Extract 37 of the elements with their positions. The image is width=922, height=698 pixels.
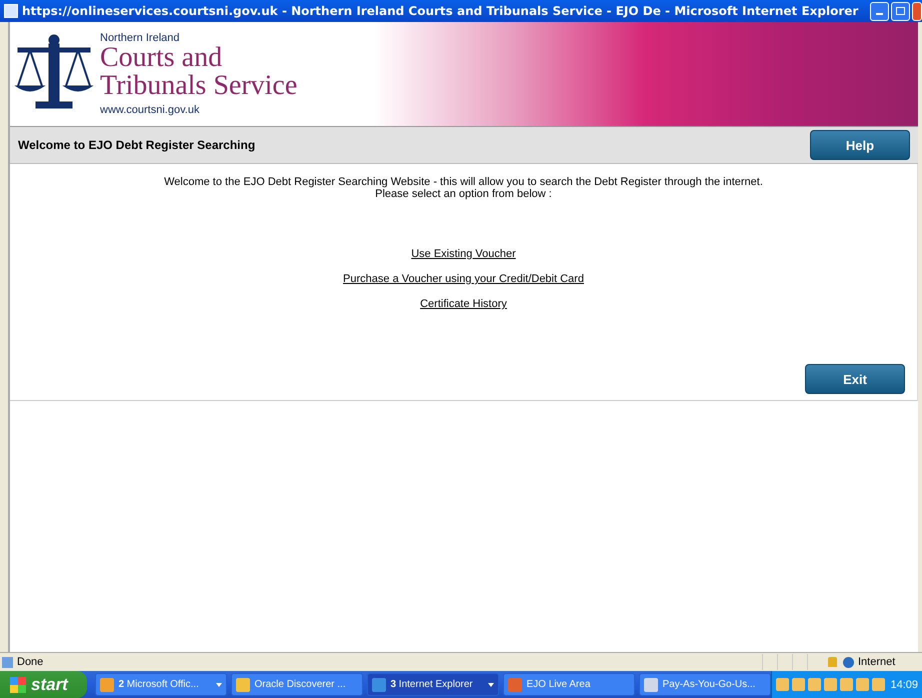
tray-icon[interactable]: [824, 678, 838, 691]
tray-icon[interactable]: [776, 678, 790, 691]
help-button[interactable]: Help: [810, 130, 910, 160]
close-button[interactable]: [912, 2, 922, 20]
status-text: Done: [17, 656, 44, 668]
tray-icon[interactable]: [808, 678, 822, 691]
browser-icon: [4, 4, 18, 18]
intro-text: Please select an option from below :: [374, 188, 553, 200]
service-name: Courts and: [100, 44, 224, 72]
exit-button[interactable]: Exit: [805, 364, 905, 394]
windows-flag-icon: [10, 676, 26, 692]
page-heading: Welcome to EJO Debt Register Searching: [18, 138, 256, 152]
taskbar-button[interactable]: Pay-As-You-Go-Us...: [639, 673, 772, 696]
padlock-icon: [828, 657, 837, 667]
taskbar-button[interactable]: 2 Microsoft Offic...: [95, 673, 228, 696]
window-title: https://onlineservices.courtsni.gov.uk - Northern Ireland Courts and Tribunals Service - EJO De - Microsoft Internet Explorer: [22, 4, 860, 18]
start-button[interactable]: start: [0, 671, 88, 698]
taskbar-button[interactable]: EJO Live Area: [503, 673, 636, 696]
tray-icon[interactable]: [840, 678, 854, 691]
website-address: www.courtsni.gov.uk: [100, 104, 200, 116]
service-name: Tribunals Service: [100, 72, 298, 100]
zone-label: Internet: [858, 656, 896, 668]
option-link[interactable]: Certificate History: [420, 298, 507, 310]
tray-icon[interactable]: [856, 678, 870, 691]
page-icon: [2, 656, 13, 668]
option-link[interactable]: Purchase a Voucher using your Credit/Debit Card: [343, 273, 584, 285]
globe-icon: [843, 656, 854, 668]
option-link[interactable]: Use Existing Voucher: [411, 248, 516, 260]
region-label: Northern Ireland: [100, 32, 180, 44]
clock: 14:09: [890, 678, 918, 690]
restore-button[interactable]: [891, 2, 910, 20]
tray-icon[interactable]: [792, 678, 806, 691]
taskbar-button[interactable]: 3 Internet Explorer: [367, 673, 500, 696]
taskbar-button[interactable]: Oracle Discoverer ...: [231, 673, 364, 696]
minimize-button[interactable]: [870, 2, 889, 20]
intro-text: Welcome to the EJO Debt Register Searching Website - this will allow you to search the Debt Register through the internet.: [163, 176, 764, 188]
tray-icon[interactable]: [872, 678, 886, 691]
